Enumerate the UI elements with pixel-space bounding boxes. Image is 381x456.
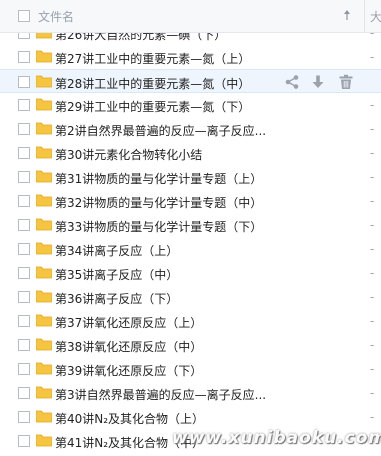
row-checkbox[interactable]	[18, 315, 30, 327]
filename-column-header[interactable]: 文件名	[38, 8, 74, 25]
file-name[interactable]: 第29讲工业中的重要元素—氮（下）	[55, 98, 250, 115]
folder-icon	[36, 386, 52, 399]
list-item[interactable]: 第2讲自然界最普遍的反应—离子反应... -	[0, 117, 381, 141]
row-checkbox[interactable]	[18, 76, 30, 88]
row-checkbox[interactable]	[18, 291, 30, 303]
file-size: -	[370, 266, 375, 280]
row-checkbox[interactable]	[18, 387, 30, 399]
folder-icon	[36, 434, 52, 447]
file-size: -	[370, 218, 375, 232]
file-size: -	[370, 50, 375, 64]
row-checkbox[interactable]	[18, 411, 30, 423]
file-size: -	[370, 386, 375, 400]
row-checkbox[interactable]	[18, 219, 30, 231]
list-item[interactable]: 第37讲氧化还原反应（上） -	[0, 309, 381, 333]
file-name[interactable]: 第38讲氧化还原反应（中）	[55, 338, 202, 355]
file-name[interactable]: 第34讲离子反应（上）	[55, 242, 178, 259]
list-item[interactable]: 第33讲物质的量与化学计量专题（下） -	[0, 213, 381, 237]
row-checkbox[interactable]	[18, 267, 30, 279]
list-item[interactable]: 第3讲自然界最普遍的反应—离子反应... -	[0, 381, 381, 405]
size-column-header[interactable]: 大	[364, 0, 381, 33]
list-item[interactable]: 第34讲离子反应（上） -	[0, 237, 381, 261]
row-checkbox[interactable]	[18, 339, 30, 351]
watermark: www.xunibaoku.com	[172, 428, 381, 448]
file-size: -	[370, 338, 375, 352]
folder-icon	[36, 194, 52, 207]
file-size: -	[370, 98, 375, 112]
file-name[interactable]: 第3讲自然界最普遍的反应—离子反应...	[55, 386, 266, 403]
folder-icon	[36, 75, 52, 88]
folder-icon	[36, 218, 52, 231]
row-checkbox[interactable]	[18, 147, 30, 159]
row-checkbox[interactable]	[18, 51, 30, 63]
folder-icon	[36, 242, 52, 255]
list-item[interactable]: 第32讲物质的量与化学计量专题（中） -	[0, 189, 381, 213]
row-checkbox[interactable]	[18, 363, 30, 375]
file-size: -	[370, 362, 375, 376]
download-icon[interactable]	[310, 74, 326, 90]
share-icon[interactable]	[284, 74, 300, 90]
folder-icon	[36, 410, 52, 423]
list-item[interactable]: 第38讲氧化还原反应（中） -	[0, 333, 381, 357]
folder-icon	[36, 290, 52, 303]
file-size: -	[370, 242, 375, 256]
list-item[interactable]: 第29讲工业中的重要元素—氮（下） -	[0, 93, 381, 117]
file-name[interactable]: 第30讲元素化合物转化小结	[55, 146, 202, 163]
sort-arrow-icon[interactable]	[342, 9, 352, 24]
row-checkbox[interactable]	[18, 99, 30, 111]
list-header: 文件名 大	[0, 0, 381, 33]
folder-icon	[36, 362, 52, 375]
folder-icon	[36, 98, 52, 111]
folder-icon	[36, 146, 52, 159]
list-item[interactable]: 第39讲氧化还原反应（下） -	[0, 357, 381, 381]
file-name[interactable]: 第36讲离子反应（下）	[55, 290, 178, 307]
row-checkbox[interactable]	[18, 435, 30, 447]
list-item[interactable]: 第27讲工业中的重要元素—氮（上） -	[0, 45, 381, 69]
file-size: -	[370, 122, 375, 136]
file-size: -	[370, 410, 375, 424]
row-checkbox[interactable]	[18, 123, 30, 135]
file-name[interactable]: 第37讲氧化还原反应（上）	[55, 314, 202, 331]
select-all-checkbox[interactable]	[18, 10, 30, 22]
size-column-label: 大	[370, 10, 381, 24]
list-item[interactable]: 第31讲物质的量与化学计量专题（上） -	[0, 165, 381, 189]
list-item[interactable]: 第40讲N₂及其化合物（上） -	[0, 405, 381, 429]
file-size: -	[370, 194, 375, 208]
list-item[interactable]: 第36讲离子反应（下） -	[0, 285, 381, 309]
row-checkbox[interactable]	[18, 171, 30, 183]
file-name[interactable]: 第39讲氧化还原反应（下）	[55, 362, 202, 379]
file-name[interactable]: 第32讲物质的量与化学计量专题（中）	[55, 194, 262, 211]
folder-icon	[36, 266, 52, 279]
file-size: -	[370, 290, 375, 304]
folder-icon	[36, 170, 52, 183]
folder-icon	[36, 314, 52, 327]
file-name[interactable]: 第35讲离子反应（中）	[55, 266, 178, 283]
list-item[interactable]: 第28讲工业中的重要元素—氮（中）	[0, 69, 381, 93]
file-size: -	[370, 146, 375, 160]
folder-icon	[36, 338, 52, 351]
delete-icon[interactable]	[338, 74, 354, 90]
list-item[interactable]: 第30讲元素化合物转化小结 -	[0, 141, 381, 165]
row-checkbox[interactable]	[18, 195, 30, 207]
file-name[interactable]: 第27讲工业中的重要元素—氮（上）	[55, 50, 250, 67]
file-name[interactable]: 第31讲物质的量与化学计量专题（上）	[55, 170, 262, 187]
file-name[interactable]: 第2讲自然界最普遍的反应—离子反应...	[55, 122, 266, 139]
file-size: -	[370, 314, 375, 328]
row-checkbox[interactable]	[18, 243, 30, 255]
list-item[interactable]: 第35讲离子反应（中） -	[0, 261, 381, 285]
file-size: -	[370, 170, 375, 184]
folder-icon	[36, 50, 52, 63]
file-name[interactable]: 第28讲工业中的重要元素—氮（中）	[55, 75, 250, 92]
folder-icon	[36, 122, 52, 135]
file-name[interactable]: 第40讲N₂及其化合物（上）	[55, 410, 204, 427]
file-name[interactable]: 第33讲物质的量与化学计量专题（下）	[55, 218, 262, 235]
